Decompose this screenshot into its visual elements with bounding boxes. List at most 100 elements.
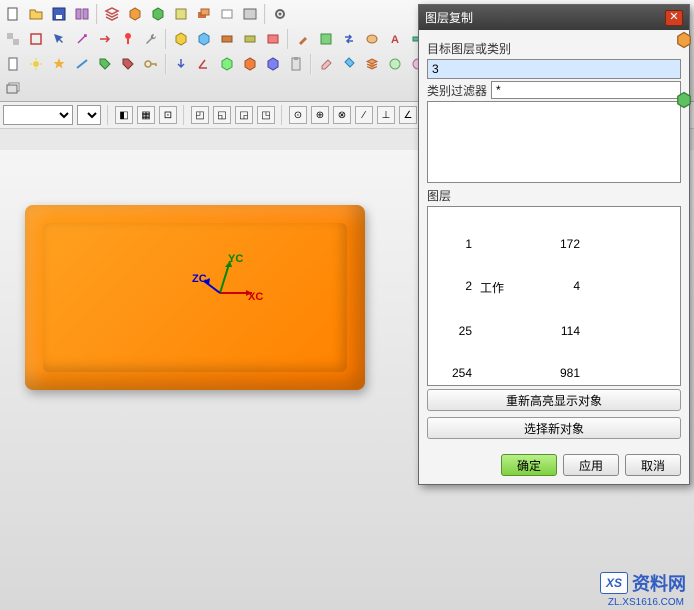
rehighlight-button[interactable]: 重新高亮显示对象: [427, 389, 681, 411]
tool-panel-icon[interactable]: [239, 3, 261, 25]
tool-board-icon[interactable]: [315, 28, 337, 50]
tool-tag-icon[interactable]: [94, 53, 116, 75]
tool-select-icon[interactable]: [48, 28, 70, 50]
watermark: XS 资料网: [600, 570, 686, 596]
tool-brick-icon[interactable]: [216, 28, 238, 50]
cancel-button[interactable]: 取消: [625, 454, 681, 476]
tool-edge-icon[interactable]: [71, 53, 93, 75]
tool-round-icon[interactable]: [384, 53, 406, 75]
tool-stack-icon[interactable]: [193, 3, 215, 25]
tool-eraser-icon[interactable]: [315, 53, 337, 75]
sel-tool-1[interactable]: ◧: [115, 106, 133, 124]
tool-box-icon[interactable]: [170, 3, 192, 25]
layer-list[interactable]: 1172 2工作4 25114 254981: [427, 206, 681, 386]
separator: [310, 54, 312, 74]
separator: [287, 29, 289, 49]
tool-pin-icon[interactable]: [117, 28, 139, 50]
separator: [96, 4, 98, 24]
tool-brick2-icon[interactable]: [239, 28, 261, 50]
category-filter-label: 类别过滤器: [427, 82, 487, 99]
dialog-title-text: 图层复制: [425, 9, 473, 26]
tool-tag2-icon[interactable]: [117, 53, 139, 75]
dialog-titlebar[interactable]: 图层复制 ✕: [419, 5, 689, 30]
separator: [281, 105, 283, 125]
tool-sheet-icon[interactable]: [216, 3, 238, 25]
tool-save[interactable]: [48, 3, 70, 25]
filter-dropdown-2[interactable]: [77, 105, 101, 125]
target-layer-input[interactable]: [427, 59, 681, 79]
close-icon[interactable]: ✕: [665, 10, 683, 26]
snap-tool-5[interactable]: ⊥: [377, 106, 395, 124]
tool-cube3-icon[interactable]: [216, 53, 238, 75]
view-tool-3[interactable]: ◲: [235, 106, 253, 124]
tool-arrow2-icon[interactable]: [170, 53, 192, 75]
axis-y-label: YC: [228, 253, 243, 265]
snap-tool-3[interactable]: ⊗: [333, 106, 351, 124]
tool-pocket-icon[interactable]: [262, 28, 284, 50]
target-layer-label: 目标图层或类别: [427, 40, 681, 57]
select-new-button[interactable]: 选择新对象: [427, 417, 681, 439]
view-tool-4[interactable]: ◳: [257, 106, 275, 124]
svg-text:A: A: [391, 34, 399, 46]
dialog-footer: 确定 应用 取消: [419, 448, 689, 484]
right-edge-icons: [674, 30, 694, 110]
tool-grid-icon[interactable]: [2, 76, 24, 98]
separator: [165, 54, 167, 74]
edge-cube2-icon[interactable]: [674, 90, 694, 110]
filter-dropdown[interactable]: [3, 105, 73, 125]
layer-row: 25114: [430, 324, 678, 338]
tool-cube-icon[interactable]: [124, 3, 146, 25]
model-body: [25, 205, 365, 390]
layer-row: 254981: [430, 366, 678, 380]
tool-text-icon[interactable]: A: [384, 28, 406, 50]
separator: [183, 105, 185, 125]
tool-layer-icon[interactable]: [101, 3, 123, 25]
tool-cube5-icon[interactable]: [262, 53, 284, 75]
tool-new[interactable]: [2, 3, 24, 25]
coordinate-system[interactable]: XC YC ZC: [200, 253, 260, 313]
tool-cube4-icon[interactable]: [239, 53, 261, 75]
tool-bucket-icon[interactable]: [338, 53, 360, 75]
tool-clip-icon[interactable]: [25, 28, 47, 50]
tool-cube-b-icon[interactable]: [193, 28, 215, 50]
tool-cube-a-icon[interactable]: [170, 28, 192, 50]
apply-button[interactable]: 应用: [563, 454, 619, 476]
ok-button[interactable]: 确定: [501, 454, 557, 476]
tool-open[interactable]: [25, 3, 47, 25]
snap-tool-2[interactable]: ⊕: [311, 106, 329, 124]
tool-palette-icon[interactable]: [361, 28, 383, 50]
tool-angle-icon[interactable]: [193, 53, 215, 75]
separator: [264, 4, 266, 24]
tool-sun-icon[interactable]: [25, 53, 47, 75]
watermark-logo: XS: [600, 572, 628, 594]
snap-tool-4[interactable]: ∕: [355, 106, 373, 124]
sel-tool-2[interactable]: ▦: [137, 106, 155, 124]
category-filter-input[interactable]: [491, 81, 681, 99]
tool-arrow-icon[interactable]: [94, 28, 116, 50]
tool-star-icon[interactable]: [48, 53, 70, 75]
snap-tool-6[interactable]: ∠: [399, 106, 417, 124]
category-list[interactable]: [427, 101, 681, 183]
tool-doc-icon[interactable]: [2, 53, 24, 75]
tool-swap-icon[interactable]: [338, 28, 360, 50]
layer-copy-dialog: 图层复制 ✕ 目标图层或类别 类别过滤器 图层 1172 2工作4 25114 …: [418, 4, 690, 485]
tool-brush-icon[interactable]: [292, 28, 314, 50]
tool-gear-icon[interactable]: [269, 3, 291, 25]
watermark-text: 资料网: [632, 570, 686, 596]
view-tool-2[interactable]: ◱: [213, 106, 231, 124]
layer-row: 1172: [430, 237, 678, 251]
edge-cube-icon[interactable]: [674, 30, 694, 50]
tool-magic-icon[interactable]: [71, 28, 93, 50]
tool-transparent-icon[interactable]: [2, 28, 24, 50]
tool-book-icon[interactable]: [71, 3, 93, 25]
tool-clip2-icon[interactable]: [285, 53, 307, 75]
snap-tool-1[interactable]: ⊙: [289, 106, 307, 124]
sel-tool-3[interactable]: ⊡: [159, 106, 177, 124]
tool-layers-icon[interactable]: [361, 53, 383, 75]
model-part[interactable]: XC YC ZC: [25, 205, 365, 390]
tool-key-icon[interactable]: [140, 53, 162, 75]
tool-wrench-icon[interactable]: [140, 28, 162, 50]
axis-x-label: XC: [248, 291, 263, 303]
tool-cube2-icon[interactable]: [147, 3, 169, 25]
view-tool-1[interactable]: ◰: [191, 106, 209, 124]
